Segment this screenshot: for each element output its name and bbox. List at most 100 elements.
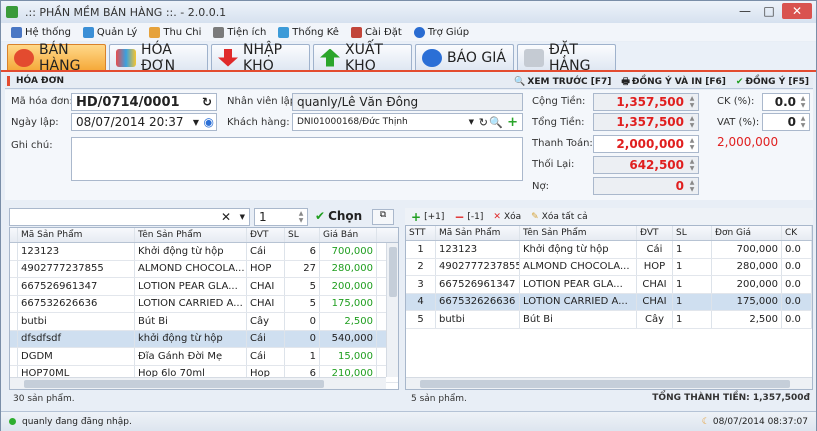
preview-button[interactable]: 🔍 XEM TRƯỚC [F7] [514, 74, 611, 90]
eraser-icon: ✎ [531, 211, 539, 222]
table-row[interactable]: 667532626636 LOTION CARRIED A... CHAI 5 175,… [10, 295, 398, 313]
tab-quote[interactable]: BÁO GIÁ [415, 44, 514, 70]
delete-button[interactable]: ✕ Xóa [493, 212, 521, 222]
add-one-button[interactable]: + [+1] [411, 210, 444, 224]
spin-icon[interactable]: ▲ ▼ [798, 95, 808, 109]
col-product-code[interactable]: Mã Sản Phẩm [18, 228, 135, 242]
col-product-name[interactable]: Tên Sản Phẩm [135, 228, 247, 242]
menu-finance[interactable]: Thu Chi [145, 26, 205, 38]
col-unit[interactable]: ĐVT [247, 228, 285, 242]
col-qty[interactable]: SL [673, 226, 712, 240]
quantity-stepper[interactable]: 1 ▲ ▼ [254, 208, 308, 226]
tab-order[interactable]: ĐẶT HÀNG [517, 42, 616, 74]
system-icon [11, 26, 22, 38]
tab-export[interactable]: XUẤT KHO [313, 42, 412, 74]
menu-help[interactable]: Trợ Giúp [410, 26, 473, 38]
menu-manage[interactable]: Quản Lý [79, 26, 141, 38]
table-row[interactable]: 1 123123 Khởi động từ hộp Cái 1 700,000 0.0 [406, 241, 812, 259]
spin-icon[interactable]: ▲ ▼ [798, 115, 808, 129]
table-row[interactable]: 4902777237855 ALMOND CHOCOLA... HOP 27 280,0… [10, 260, 398, 278]
minimize-button[interactable]: — [734, 3, 756, 19]
cart-grid-hscroll[interactable] [406, 377, 812, 389]
customer-field[interactable]: DNI01000168/Đức Thịnh ▼ ↻ 🔍 + [292, 113, 523, 131]
col-stt[interactable]: STT [406, 226, 436, 240]
paid-display: 2,000,000 [717, 135, 779, 149]
spin-icon: ▲ ▼ [689, 158, 695, 172]
choose-button[interactable]: ✔ Chọn [315, 209, 362, 223]
date-field[interactable]: 08/07/2014 20:37 ▼ ◉ [71, 113, 217, 131]
col-unit[interactable]: ĐVT [637, 226, 673, 240]
main-tab-bar: BÁN HÀNG HÓA ĐƠN NHẬP KHO XUẤT KHO BÁO G… [1, 42, 816, 74]
tab-invoices[interactable]: HÓA ĐƠN [109, 42, 208, 74]
paid-field[interactable]: 2,000,000 ▲ ▼ [593, 135, 699, 153]
tab-sales[interactable]: BÁN HÀNG [7, 42, 106, 74]
delete-icon: ✕ [493, 211, 501, 222]
clear-all-button[interactable]: ✎ Xóa tất cả [531, 212, 588, 222]
cart-total: TỔNG THÀNH TIỀN: 1,357,500đ [652, 393, 810, 403]
invoice-form: Mã hóa đơn: HD/0714/0001 ↻ Ngày lập: 08/0… [5, 90, 813, 200]
refresh-icon[interactable]: ↻ [202, 95, 212, 109]
remove-one-button[interactable]: − [-1] [454, 210, 483, 224]
tab-import[interactable]: NHẬP KHO [211, 42, 310, 74]
invoice-no-field[interactable]: HD/0714/0001 ↻ [71, 93, 217, 111]
customer-label: Khách hàng: [227, 117, 290, 128]
vat-field[interactable]: 0 ▲ ▼ [762, 113, 810, 131]
dropdown-icon[interactable]: ▼ [240, 213, 245, 221]
options-icon[interactable]: ⧉ [372, 209, 394, 225]
invoice-icon [116, 48, 136, 67]
plus-icon: + [411, 209, 422, 224]
clear-icon[interactable]: ✕ [221, 210, 231, 224]
refresh-icon[interactable]: ↻ [479, 116, 488, 129]
col-unit-price[interactable]: Đơn Giá [712, 226, 782, 240]
help-icon [413, 26, 425, 38]
approve-button[interactable]: ✔ ĐỒNG Ý [F5] [736, 74, 809, 90]
date-label: Ngày lập: [11, 117, 59, 128]
table-row[interactable]: 123123 Khởi động từ hộp Cái 6 700,000 [10, 243, 398, 261]
moon-icon: ☾ [701, 416, 710, 427]
col-qty[interactable]: SL [285, 228, 320, 242]
table-row[interactable]: 4 667532626636 LOTION CARRIED A... CHAI 1 175… [406, 293, 812, 311]
menu-stats[interactable]: Thống Kê [274, 26, 343, 38]
discount-field[interactable]: 0.0 ▲ ▼ [762, 93, 810, 111]
col-discount[interactable]: CK [782, 226, 812, 240]
col-product-name[interactable]: Tên Sản Phẩm [520, 226, 637, 240]
maximize-button[interactable]: □ [758, 3, 780, 19]
product-count: 30 sản phẩm. [13, 394, 75, 404]
menu-settings[interactable]: Cài Đặt [347, 26, 406, 38]
table-row[interactable]: 5 butbi Bút Bi Cây 1 2,500 0.0 [406, 311, 812, 329]
window-title: .:: PHẦN MỀM BÁN HÀNG ::. - 2.0.0.1 [25, 5, 227, 19]
col-product-code[interactable]: Mã Sản Phẩm [436, 226, 520, 240]
spin-icon: ▲ ▼ [689, 115, 695, 129]
arrow-down-icon [218, 48, 238, 67]
spin-icon[interactable]: ▲ ▼ [687, 137, 697, 151]
cart-count: 5 sản phẩm. [411, 394, 467, 404]
table-row[interactable]: dfsdfsdf khởi động từ hộp Cái 0 540,000 [10, 330, 398, 348]
product-grid-vscroll[interactable] [386, 243, 398, 377]
menu-bar: Hệ thống Quản Lý Thu Chi Tiện ích Thống … [1, 23, 816, 41]
spin-icon[interactable]: ▲ ▼ [296, 210, 306, 224]
money-icon [149, 26, 161, 38]
dropdown-icon[interactable]: ▼ [469, 118, 474, 126]
table-row[interactable]: butbi Bút Bi Cây 0 2,500 [10, 313, 398, 331]
col-price[interactable]: Giá Bán [320, 228, 377, 242]
menu-system[interactable]: Hệ thống [7, 26, 75, 38]
close-button[interactable]: ✕ [782, 3, 812, 19]
printer-icon: 🖶 [621, 77, 630, 87]
settings-icon [350, 26, 362, 38]
clock-status: ☾ 08/07/2014 08:37:07 [701, 416, 808, 427]
product-grid: Mã Sản Phẩm Tên Sản Phẩm ĐVT SL Giá Bán … [9, 227, 399, 390]
product-grid-hscroll[interactable] [10, 377, 386, 389]
menu-tools[interactable]: Tiện ích [209, 26, 270, 38]
search-icon[interactable]: 🔍 [489, 116, 503, 129]
dropdown-icon[interactable]: ▼ [193, 118, 199, 127]
note-field[interactable] [71, 137, 523, 181]
calendar-check-icon[interactable]: ◉ [204, 115, 214, 129]
table-row[interactable]: 2 4902777237855 ALMOND CHOCOLA... HOP 1 280,0… [406, 258, 812, 276]
approve-print-button[interactable]: 🖶 ĐỒNG Ý VÀ IN [F6] [621, 74, 726, 90]
table-row[interactable]: 3 667526961347 LOTION PEAR GLA... CHAI 1 200,… [406, 276, 812, 294]
add-icon[interactable]: + [507, 115, 518, 130]
table-row[interactable]: 667526961347 LOTION PEAR GLA... CHAI 5 200,0… [10, 278, 398, 296]
product-search-input[interactable]: ✕ ▼ [9, 208, 250, 226]
table-row[interactable]: DGDM Đĩa Gánh Đời Mẹ Cái 1 15,000 [10, 348, 398, 366]
staff-label: Nhân viên lập: [227, 96, 300, 107]
